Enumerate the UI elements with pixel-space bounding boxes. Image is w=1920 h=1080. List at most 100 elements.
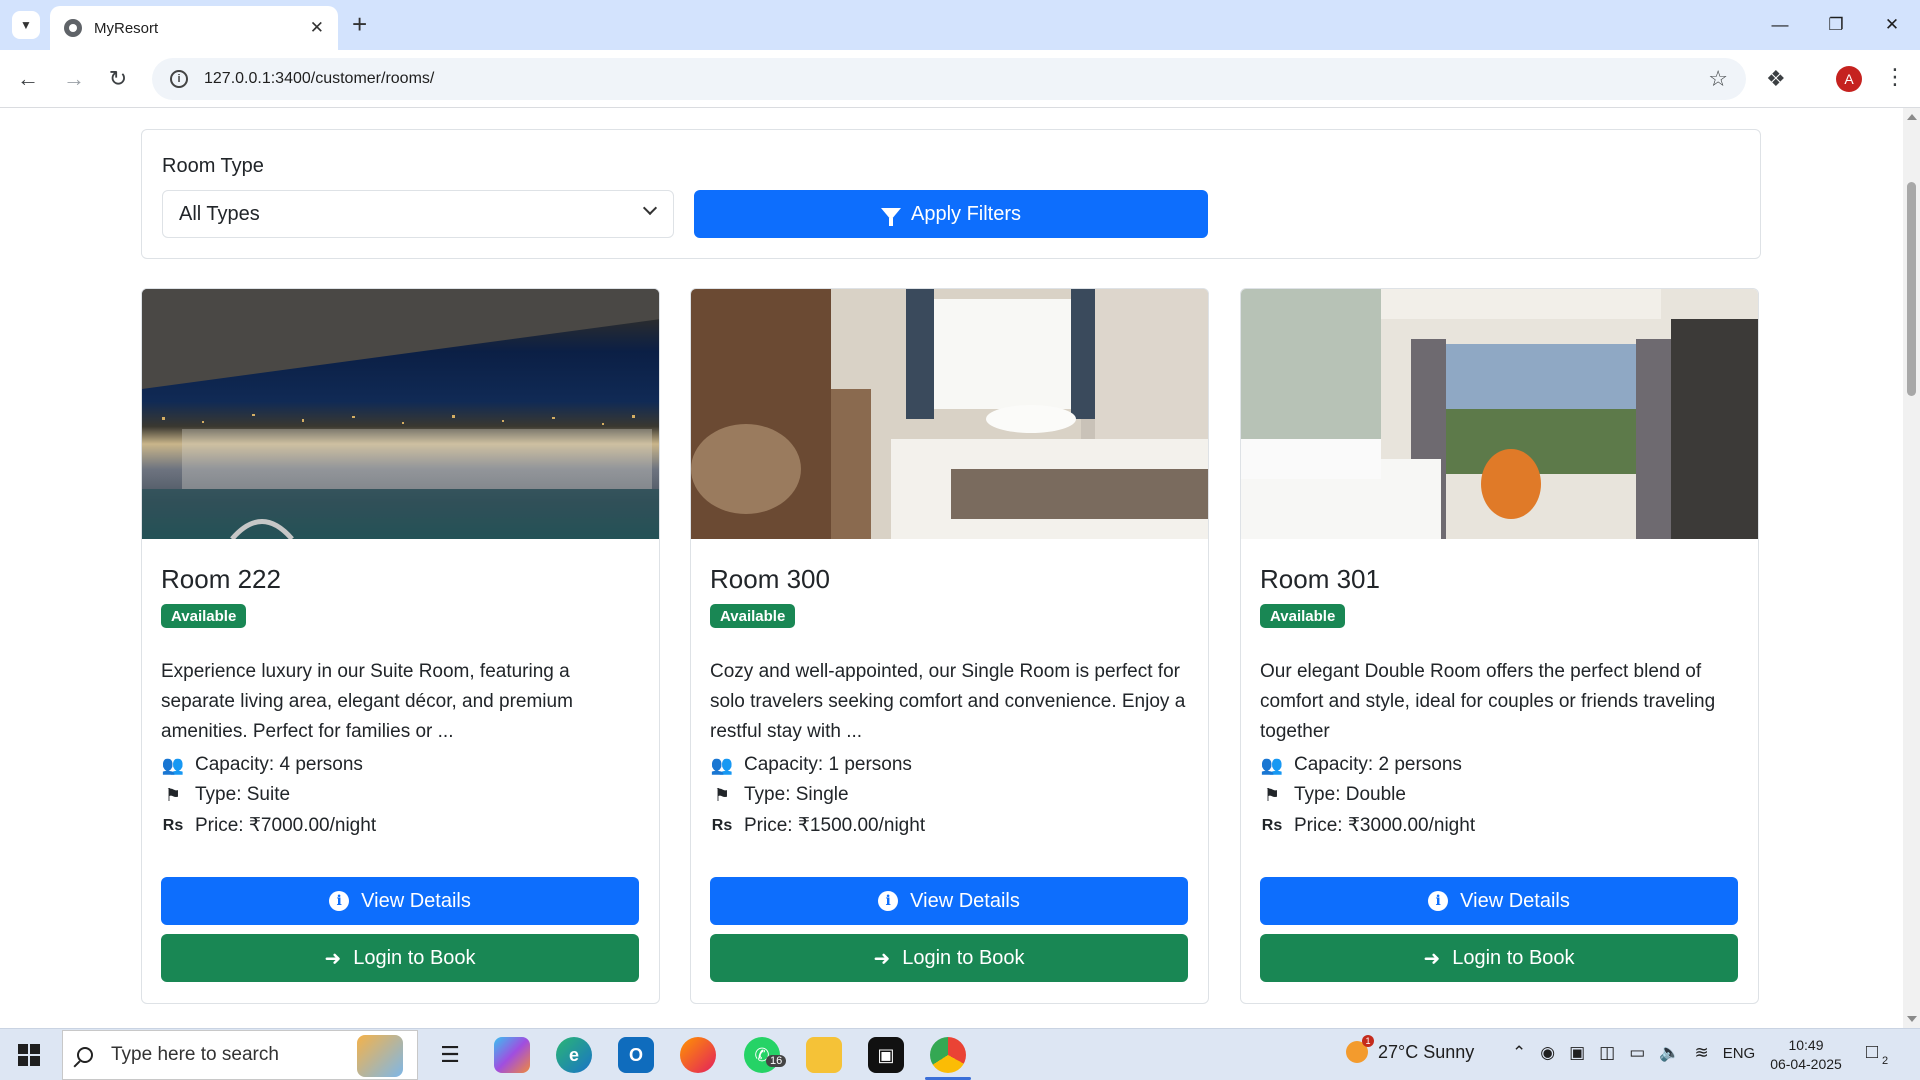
type-text: Type: Single <box>744 784 849 805</box>
display-icon[interactable]: ◫ <box>1599 1043 1615 1063</box>
tab-search-button[interactable]: ▼ <box>12 11 40 39</box>
view-details-label: View Details <box>361 889 471 912</box>
view-details-label: View Details <box>1460 889 1570 912</box>
view-details-button[interactable]: i View Details <box>1260 877 1738 925</box>
notification-count: 2 <box>1882 1055 1889 1067</box>
capacity-row: 👥 Capacity: 1 persons <box>710 754 1192 776</box>
room-description: Experience luxury in our Suite Room, fea… <box>161 661 573 742</box>
minimize-button[interactable]: — <box>1752 0 1808 50</box>
language-indicator[interactable]: ENG <box>1723 1045 1756 1062</box>
room-title: Room 301 <box>1260 564 1380 594</box>
room-description: Cozy and well-appointed, our Single Room… <box>710 661 1186 742</box>
browser-menu-icon[interactable]: ⋮ <box>1884 64 1906 90</box>
users-icon: 👥 <box>710 754 734 775</box>
weather-text: 27°C Sunny <box>1378 1041 1475 1062</box>
terminal-app-icon[interactable]: ▣ <box>868 1037 904 1073</box>
windows-start-icon[interactable] <box>18 1044 40 1066</box>
restore-button[interactable]: ❐ <box>1808 0 1864 50</box>
page-scrollbar[interactable] <box>1903 108 1920 1028</box>
edge-icon[interactable]: e <box>556 1037 592 1073</box>
task-view-icon[interactable]: ☰ <box>432 1037 468 1073</box>
search-highlight-image <box>357 1035 403 1077</box>
chrome-icon[interactable] <box>930 1037 966 1073</box>
browser-tab[interactable]: MyResort ✕ <box>50 6 338 50</box>
tag-icon: ⚑ <box>1263 784 1281 805</box>
outlook-icon[interactable]: O <box>618 1037 654 1073</box>
room-description: Our elegant Double Room offers the perfe… <box>1260 661 1716 742</box>
capacity-text: Capacity: 1 persons <box>744 754 912 775</box>
tag-icon: ⚑ <box>164 784 182 805</box>
chevron-down-icon: ▼ <box>20 18 32 32</box>
scroll-down-arrow-icon[interactable] <box>1907 1016 1917 1022</box>
firefox-icon[interactable] <box>680 1037 716 1073</box>
profile-avatar[interactable]: A <box>1836 66 1862 92</box>
back-button[interactable]: ← <box>12 63 44 95</box>
wifi-icon[interactable]: ≋ <box>1694 1043 1708 1063</box>
status-badge: Available <box>1260 604 1346 628</box>
record-icon[interactable]: ◉ <box>1540 1043 1555 1063</box>
url-text[interactable]: 127.0.0.1:3400/customer/rooms/ <box>204 70 1708 88</box>
room-card: Room 300 Available Cozy and well-appoint… <box>690 288 1209 1004</box>
status-badge: Available <box>710 604 796 628</box>
room-card: Room 301 Available Our elegant Double Ro… <box>1240 288 1759 1004</box>
window-controls: — ❐ ✕ <box>1752 0 1920 50</box>
price-row: Rs Price: ₹1500.00/night <box>710 814 1192 837</box>
system-tray: ⌃ ◉ ▣ ◫ ▭ 🔈 ≋ ENG <box>1512 1043 1755 1063</box>
reload-button[interactable]: ↻ <box>102 63 134 95</box>
scrollbar-thumb[interactable] <box>1907 182 1916 396</box>
scroll-up-arrow-icon[interactable] <box>1907 114 1917 120</box>
room-type-value: All Types <box>179 202 260 225</box>
login-to-book-button[interactable]: ➜ Login to Book <box>710 934 1188 982</box>
weather-widget[interactable]: 1 27°C Sunny <box>1346 1035 1475 1063</box>
tag-icon: ⚑ <box>713 784 731 805</box>
rupee-icon: Rs <box>711 816 733 834</box>
info-icon: i <box>329 891 350 911</box>
close-window-button[interactable]: ✕ <box>1864 0 1920 50</box>
search-placeholder: Type here to search <box>111 1044 279 1065</box>
apply-filters-button[interactable]: Apply Filters <box>694 190 1208 238</box>
capacity-row: 👥 Capacity: 2 persons <box>1260 754 1742 776</box>
room-type-label: Room Type <box>162 155 264 177</box>
price-text: Price: ₹3000.00/night <box>1294 815 1476 836</box>
sun-icon: 1 <box>1346 1035 1374 1063</box>
extensions-icon[interactable]: ❖ <box>1766 66 1786 92</box>
notification-icon[interactable]: □ <box>1866 1041 1878 1064</box>
type-row: ⚑ Type: Single <box>710 784 1192 806</box>
login-to-book-label: Login to Book <box>353 946 476 969</box>
login-to-book-button[interactable]: ➜ Login to Book <box>161 934 639 982</box>
view-details-button[interactable]: i View Details <box>161 877 639 925</box>
sign-in-icon: ➜ <box>1423 947 1441 970</box>
bookmark-star-icon[interactable]: ☆ <box>1708 66 1728 92</box>
info-icon: i <box>1428 891 1449 911</box>
login-to-book-button[interactable]: ➜ Login to Book <box>1260 934 1738 982</box>
users-icon: 👥 <box>1260 754 1284 775</box>
globe-icon <box>64 19 82 37</box>
meet-icon[interactable]: ▣ <box>1569 1043 1585 1063</box>
clock-time: 10:49 <box>1788 1037 1824 1053</box>
rupee-icon: Rs <box>1261 816 1283 834</box>
taskbar-clock[interactable]: 10:49 06-04-2025 <box>1766 1036 1846 1074</box>
battery-icon[interactable]: ▭ <box>1629 1043 1645 1063</box>
rupee-icon: Rs <box>162 816 184 834</box>
copilot-icon[interactable] <box>494 1037 530 1073</box>
users-icon: 👥 <box>161 754 185 775</box>
volume-icon[interactable]: 🔈 <box>1659 1043 1680 1063</box>
view-details-button[interactable]: i View Details <box>710 877 1188 925</box>
address-bar[interactable]: i 127.0.0.1:3400/customer/rooms/ ☆ <box>152 58 1746 100</box>
type-row: ⚑ Type: Double <box>1260 784 1742 806</box>
price-text: Price: ₹7000.00/night <box>195 815 377 836</box>
site-info-icon[interactable]: i <box>170 70 188 88</box>
close-tab-icon[interactable]: ✕ <box>310 18 324 38</box>
room-image <box>691 289 1208 539</box>
file-explorer-icon[interactable] <box>806 1037 842 1073</box>
price-row: Rs Price: ₹7000.00/night <box>161 814 643 837</box>
page-viewport: Room Type All Types Apply Filters Room 2… <box>0 108 1903 1028</box>
room-type-select[interactable]: All Types <box>162 190 674 238</box>
forward-button[interactable]: → <box>58 63 90 95</box>
filter-panel: Room Type All Types Apply Filters <box>141 129 1761 259</box>
chevron-up-icon[interactable]: ⌃ <box>1512 1043 1526 1063</box>
capacity-text: Capacity: 4 persons <box>195 754 363 775</box>
taskbar-search[interactable]: Type here to search <box>62 1030 418 1080</box>
new-tab-button[interactable]: + <box>352 10 367 38</box>
browser-tab-strip: ▼ MyResort ✕ + — ❐ ✕ <box>0 0 1920 50</box>
